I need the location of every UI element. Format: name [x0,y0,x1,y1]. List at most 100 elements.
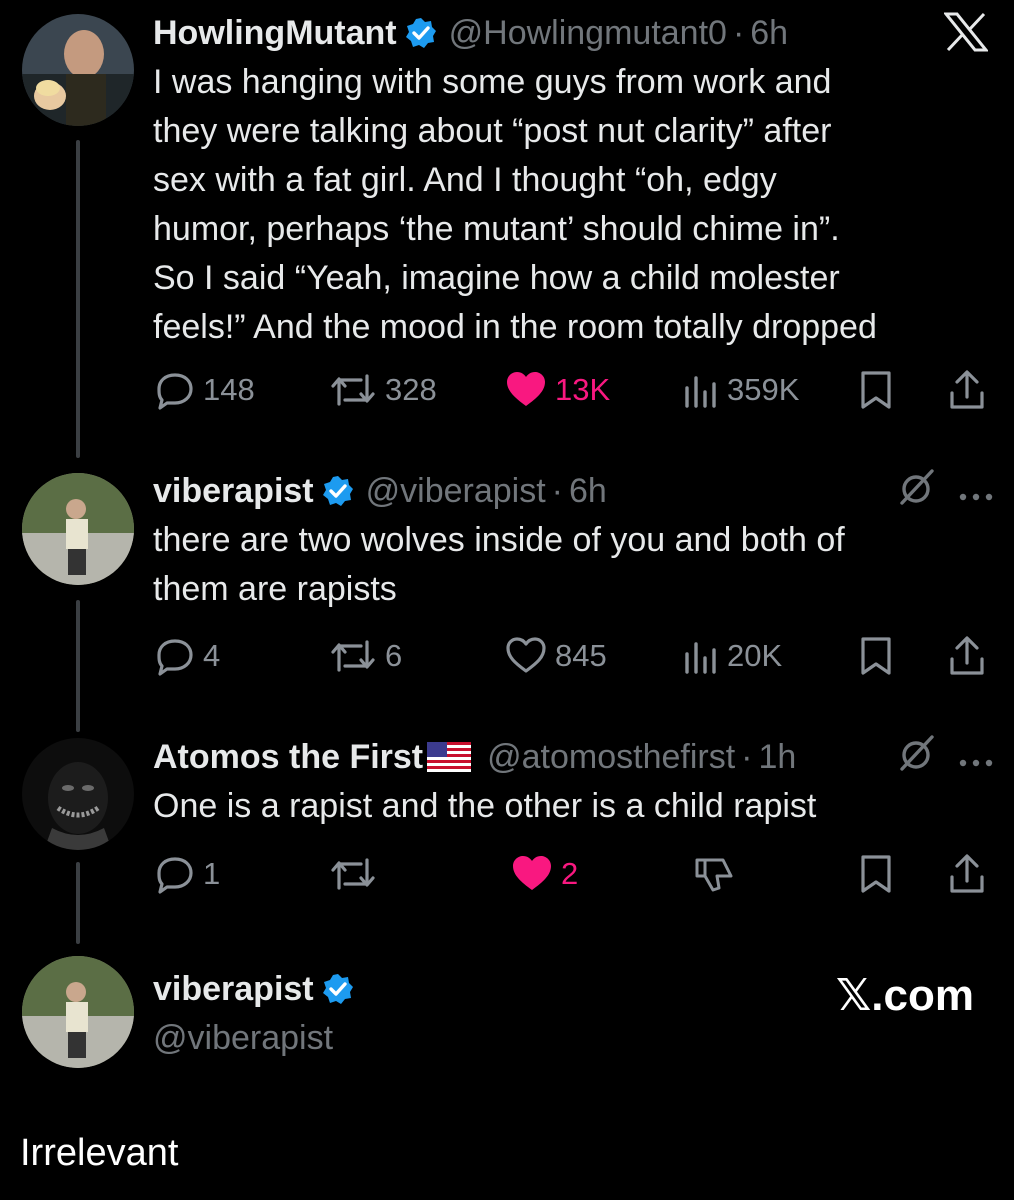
heart-filled-icon [507,372,545,406]
bookmark-button[interactable] [859,368,893,412]
bookmark-icon [861,855,891,893]
profile-handle[interactable]: @viberapist [153,1014,994,1062]
repost-button[interactable]: 6 [329,634,402,678]
avatar[interactable] [22,14,134,126]
avatar[interactable] [22,473,134,585]
post-text-line: humor, perhaps ‘the mutant’ should chime… [153,210,840,248]
post-actions: 4 6 845 20K [153,634,990,678]
reply-count: 4 [203,638,221,673]
like-button[interactable]: 845 [505,634,607,678]
verified-badge-icon [405,17,437,49]
like-button[interactable]: 13K [505,368,610,412]
views-chart-icon [685,642,716,674]
thread-line [76,600,80,732]
avatar[interactable] [22,738,134,850]
heart-outline-icon [506,637,546,673]
bookmark-icon [861,371,891,409]
views-button[interactable]: 359K [683,368,799,412]
reply-button[interactable]: 4 [155,634,220,678]
post-time[interactable]: 1h [759,738,797,777]
reply-icon [157,639,193,676]
more-options-icon[interactable] [958,472,994,511]
thread-line [76,862,80,944]
separator-dot: · [551,471,563,510]
like-count: 2 [561,856,579,891]
grok-icon[interactable] [896,467,936,516]
post-text-line: them are rapists [153,570,397,608]
post-actions: 1 2 [153,852,990,896]
repost-icon [331,374,375,406]
post-header: viberapist @viberapist · 6h [153,466,994,516]
share-button[interactable] [948,368,986,412]
views-count: 20K [727,638,783,673]
author-name[interactable]: HowlingMutant [153,14,397,53]
caption-text: Irrelevant [20,1132,179,1174]
repost-count: 6 [385,638,403,673]
thumbs-down-icon [695,858,733,892]
separator-dot: · [732,13,745,52]
author-handle[interactable]: @Howlingmutant0 [449,14,727,53]
views-button[interactable]: 20K [683,634,782,678]
repost-button[interactable]: 328 [329,368,437,412]
post-text: I was hanging with some guys from work a… [153,58,994,352]
share-button[interactable] [948,852,986,896]
author-name[interactable]: Atomos the First [153,738,423,777]
profile-name[interactable]: viberapist [153,970,314,1009]
share-icon [950,854,984,893]
post-header: Atomos the First @atomosthefirst · 1h [153,732,994,782]
post-text-line: I was hanging with some guys from work a… [153,63,832,101]
like-button[interactable]: 2 [511,852,578,896]
share-icon [950,370,984,409]
share-icon [950,636,984,675]
separator-dot: · [741,737,753,776]
repost-icon [331,640,375,672]
repost-count: 328 [385,372,437,407]
post-text: One is a rapist and the other is a child… [153,782,994,831]
author-name[interactable]: viberapist [153,472,314,511]
more-options-icon[interactable] [958,738,994,777]
reply-icon [157,373,193,410]
post-text-line: feels!” And the mood in the room totally… [153,308,877,346]
views-count: 359K [727,372,800,407]
post-time[interactable]: 6h [569,472,607,511]
downvote-button[interactable] [693,852,735,896]
bookmark-icon [861,637,891,675]
x-com-watermark: 𝕏.com [835,971,974,1020]
like-count: 13K [555,372,611,407]
share-button[interactable] [948,634,986,678]
author-handle[interactable]: @atomosthefirst [487,738,735,777]
post-time[interactable]: 6h [750,14,788,53]
verified-badge-icon [322,973,354,1005]
post-header: HowlingMutant @Howlingmutant0 · 6h [153,8,994,58]
like-count: 845 [555,638,607,673]
us-flag-icon [427,742,472,772]
post-text-line: they were talking about “post nut clarit… [153,112,832,150]
bookmark-button[interactable] [859,852,893,896]
thread-line [76,140,80,458]
post-actions: 148 328 13K 359K [153,368,990,412]
post-text-line: sex with a fat girl. And I thought “oh, … [153,161,777,199]
verified-badge-icon [322,475,354,507]
views-chart-icon [685,376,716,408]
repost-icon [331,858,375,890]
reply-count: 1 [203,856,221,891]
post-text-line: there are two wolves inside of you and b… [153,521,845,559]
post[interactable]: HowlingMutant @Howlingmutant0 · 6h I was… [153,8,994,352]
post-text: there are two wolves inside of you and b… [153,516,994,614]
grok-icon[interactable] [896,733,936,782]
post-text-line: So I said “Yeah, imagine how a child mol… [153,259,840,297]
avatar[interactable] [22,956,134,1068]
repost-button[interactable] [329,852,385,896]
post-header-actions [896,732,994,782]
reply-button[interactable]: 148 [155,368,255,412]
author-handle[interactable]: @viberapist [366,472,546,511]
post[interactable]: viberapist @viberapist · 6h there are tw… [153,466,994,614]
reply-icon [157,857,193,894]
post-header-actions [896,466,994,516]
post[interactable]: Atomos the First @atomosthefirst · 1h On… [153,732,994,831]
reply-button[interactable]: 1 [155,852,220,896]
post-text-line: One is a rapist and the other is a child… [153,787,817,825]
reply-count: 148 [203,372,255,407]
heart-filled-icon [513,856,551,890]
bookmark-button[interactable] [859,634,893,678]
